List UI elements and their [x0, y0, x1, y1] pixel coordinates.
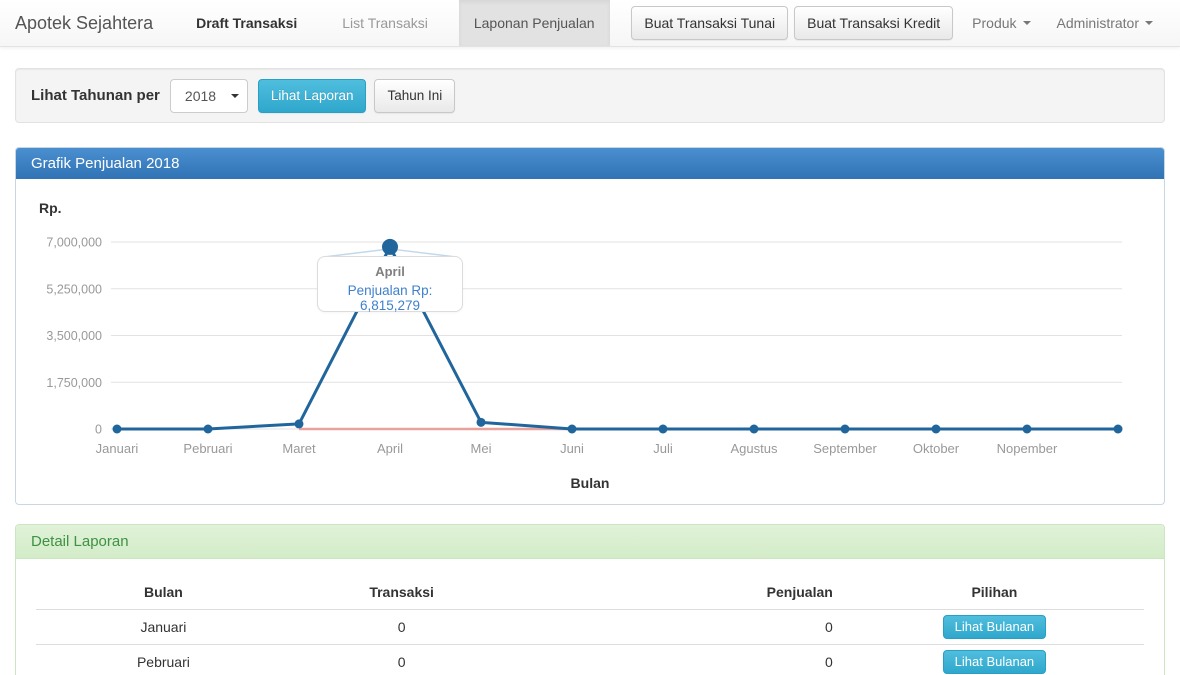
y-tick-label: 1,750,000 — [46, 376, 102, 390]
lihat-bulanan-button[interactable]: Lihat Bulanan — [943, 615, 1047, 639]
column-header-bulan: Bulan — [36, 577, 291, 610]
buat-transaksi-tunai-button[interactable]: Buat Transaksi Tunai — [631, 6, 788, 40]
chart-panel-body: 0 1,750,000 3,500,000 5,250,000 7,000,000 Jan… — [16, 179, 1164, 504]
cell-transaksi: 0 — [291, 610, 513, 645]
x-tick-label: September — [813, 441, 877, 456]
column-header-penjualan: Penjualan — [512, 577, 844, 610]
tooltip-month: April — [318, 264, 462, 279]
data-point-Pebruari[interactable] — [204, 425, 213, 434]
filter-bar: Lihat Tahunan per 2018 Lihat Laporan Tah… — [15, 68, 1165, 123]
cell-bulan: Januari — [36, 610, 291, 645]
nav-item-draft-transaksi[interactable]: Draft Transaksi — [181, 0, 312, 46]
y-tick-label: 3,500,000 — [46, 329, 102, 343]
x-tick-label: Maret — [282, 441, 316, 456]
chart-tooltip: April Penjualan Rp: 6,815,279 — [317, 256, 463, 312]
table-row: Januari 0 0 Lihat Bulanan — [36, 610, 1144, 645]
sales-chart-svg: 0 1,750,000 3,500,000 5,250,000 7,000,000 Jan… — [16, 191, 1164, 471]
x-tick-label: Oktober — [913, 441, 960, 456]
navbar-right: Buat Transaksi Tunai Buat Transaksi Kred… — [631, 0, 1180, 46]
data-point-Mei[interactable] — [477, 418, 486, 427]
y-tick-label: 7,000,000 — [46, 236, 102, 250]
nav-item-list-transaksi[interactable]: List Transaksi — [327, 0, 443, 46]
data-point-April[interactable] — [382, 239, 398, 255]
x-axis-title: Bulan — [16, 475, 1164, 491]
chart-title: Grafik Penjualan 2018 — [31, 155, 179, 172]
cell-penjualan: 0 — [512, 645, 844, 675]
cell-pilihan: Lihat Bulanan — [845, 610, 1144, 645]
cell-penjualan: 0 — [512, 610, 844, 645]
sales-chart: 0 1,750,000 3,500,000 5,250,000 7,000,000 Jan… — [16, 191, 1164, 471]
x-tick-label: Juli — [653, 441, 673, 456]
data-point-Juni[interactable] — [568, 425, 577, 434]
tahun-ini-button[interactable]: Tahun Ini — [374, 79, 455, 113]
cell-pilihan: Lihat Bulanan — [845, 645, 1144, 675]
select-caret-icon — [231, 94, 239, 98]
year-select-value: 2018 — [185, 88, 216, 104]
table-row: Pebruari 0 0 Lihat Bulanan — [36, 645, 1144, 675]
caret-down-icon — [1145, 21, 1153, 25]
detail-title: Detail Laporan — [31, 533, 129, 550]
data-point-Desember[interactable] — [1114, 425, 1123, 434]
data-point-Oktober[interactable] — [932, 425, 941, 434]
data-point-Maret[interactable] — [295, 419, 304, 428]
app-brand[interactable]: Apotek Sejahtera — [0, 0, 168, 46]
chart-panel-header: Grafik Penjualan 2018 — [16, 148, 1164, 179]
tooltip-value: Penjualan Rp: 6,815,279 — [318, 283, 462, 313]
x-tick-label: Mei — [471, 441, 492, 456]
filter-label: Lihat Tahunan per — [31, 87, 160, 104]
x-tick-label: Juni — [560, 441, 584, 456]
x-tick-label: Nopember — [997, 441, 1058, 456]
caret-down-icon — [1023, 21, 1031, 25]
y-tick-label: 5,250,000 — [46, 282, 102, 296]
buat-transaksi-kredit-button[interactable]: Buat Transaksi Kredit — [794, 6, 953, 40]
x-tick-label: April — [377, 441, 403, 456]
cell-transaksi: 0 — [291, 645, 513, 675]
sales-line — [117, 247, 1118, 429]
column-header-transaksi: Transaksi — [291, 577, 513, 610]
data-point-Nopember[interactable] — [1023, 425, 1032, 434]
nav-item-laporan-penjualan[interactable]: Laponan Penjualan — [459, 0, 610, 46]
administrator-dropdown[interactable]: Administrator — [1044, 15, 1166, 31]
detail-panel-body: Bulan Transaksi Penjualan Pilihan Januar… — [16, 559, 1164, 675]
administrator-dropdown-label: Administrator — [1057, 15, 1139, 31]
x-tick-label: Agustus — [731, 441, 778, 456]
x-tick-label: Januari — [96, 441, 139, 456]
produk-dropdown[interactable]: Produk — [959, 15, 1043, 31]
data-point-Januari[interactable] — [113, 425, 122, 434]
lihat-laporan-button[interactable]: Lihat Laporan — [258, 79, 367, 113]
detail-panel: Detail Laporan Bulan Transaksi Penjualan… — [15, 524, 1165, 675]
detail-table: Bulan Transaksi Penjualan Pilihan Januar… — [36, 577, 1144, 675]
navbar: Apotek Sejahtera Draft Transaksi List Tr… — [0, 0, 1180, 47]
produk-dropdown-label: Produk — [972, 15, 1016, 31]
chart-panel: Grafik Penjualan 2018 0 1,750,000 3,500,00… — [15, 147, 1165, 505]
y-axis-unit-label: Rp. — [39, 200, 62, 216]
data-point-September[interactable] — [841, 425, 850, 434]
data-point-Agustus[interactable] — [750, 425, 759, 434]
table-header-row: Bulan Transaksi Penjualan Pilihan — [36, 577, 1144, 610]
lihat-bulanan-button[interactable]: Lihat Bulanan — [943, 650, 1047, 674]
data-point-Juli[interactable] — [659, 425, 668, 434]
year-select[interactable]: 2018 — [170, 79, 248, 113]
x-tick-label: Pebruari — [183, 441, 232, 456]
column-header-pilihan: Pilihan — [845, 577, 1144, 610]
detail-panel-header: Detail Laporan — [16, 525, 1164, 559]
y-tick-label: 0 — [95, 423, 102, 437]
cell-bulan: Pebruari — [36, 645, 291, 675]
